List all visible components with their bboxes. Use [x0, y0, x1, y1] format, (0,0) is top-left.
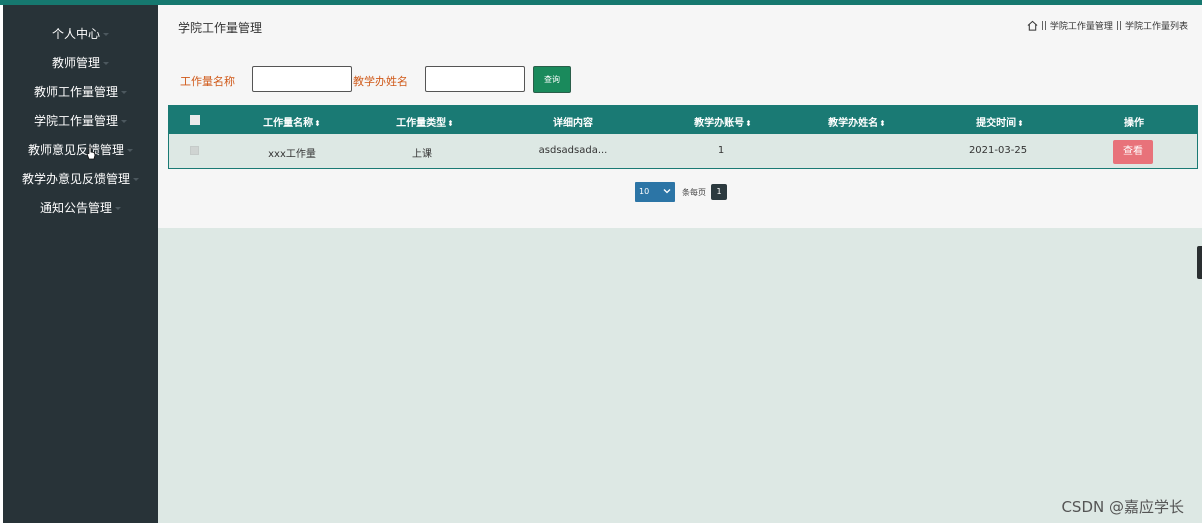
- workload-name-input[interactable]: [252, 66, 352, 92]
- cell-office-account: 1: [717, 145, 725, 156]
- column-header-detail: 详细内容: [553, 118, 593, 129]
- sort-icon: ⬍: [879, 118, 886, 128]
- workload-table: 工作量名称⬍ 工作量类型⬍ 详细内容 教学办账号⬍ 教学办姓名⬍ 提交时间⬍ 操…: [168, 105, 1198, 169]
- watermark: CSDN @嘉应学长: [1061, 498, 1184, 516]
- column-header-action: 操作: [1124, 118, 1144, 129]
- breadcrumb-item-college-workload[interactable]: 学院工作量管理: [1050, 19, 1113, 32]
- breadcrumb-separator: ||: [1115, 20, 1122, 31]
- sidebar-item-label: 个人中心: [51, 27, 100, 41]
- breadcrumb: || 学院工作量管理 || 学院工作量列表: [1027, 19, 1188, 32]
- caret-down-icon: [115, 207, 121, 210]
- page-number-current[interactable]: 1: [711, 184, 727, 200]
- select-all-checkbox[interactable]: [190, 115, 200, 125]
- sidebar-item-college-workload[interactable]: 学院工作量管理: [3, 113, 158, 129]
- sort-icon: ⬍: [447, 118, 454, 128]
- sidebar-item-label: 学院工作量管理: [33, 114, 118, 128]
- column-header-submit-time[interactable]: 提交时间⬍: [976, 114, 1024, 129]
- sidebar-item-label: 教师工作量管理: [33, 85, 118, 99]
- main-content: 学院工作量管理 || 学院工作量管理 || 学院工作量列表 工作量名称 教学办姓…: [158, 5, 1202, 523]
- caret-down-icon: [121, 91, 127, 94]
- search-button[interactable]: 查询: [533, 66, 571, 93]
- sort-icon: ⬍: [314, 118, 321, 128]
- sidebar-item-label: 通知公告管理: [39, 201, 112, 215]
- caret-down-icon: [133, 178, 139, 181]
- column-header-workload-type[interactable]: 工作量类型⬍: [396, 114, 454, 129]
- office-name-label: 教学办姓名: [353, 75, 408, 88]
- view-button[interactable]: 查看: [1113, 140, 1153, 164]
- page-size-value: 10: [639, 187, 650, 196]
- caret-down-icon: [121, 120, 127, 123]
- hand-cursor-icon: [86, 146, 96, 160]
- per-page-label: 条每页: [682, 187, 706, 197]
- sidebar-item-teacher-management[interactable]: 教师管理: [3, 55, 158, 71]
- column-header-workload-name[interactable]: 工作量名称⬍: [263, 114, 321, 129]
- breadcrumb-separator: ||: [1040, 20, 1047, 31]
- sidebar-item-office-feedback[interactable]: 教学办意见反馈管理: [3, 171, 158, 187]
- cell-workload-name: xxx工作量: [268, 149, 316, 160]
- sidebar: 个人中心 教师管理 教师工作量管理 学院工作量管理 教师意见反馈管理 教学办意见…: [3, 5, 158, 523]
- page-title: 学院工作量管理: [178, 21, 263, 35]
- home-icon[interactable]: [1027, 20, 1038, 31]
- sidebar-item-notice[interactable]: 通知公告管理: [3, 200, 158, 216]
- sidebar-item-label: 教师管理: [51, 56, 100, 70]
- sidebar-item-teacher-feedback[interactable]: 教师意见反馈管理: [3, 142, 158, 158]
- chevron-down-icon: [663, 189, 671, 194]
- office-name-input[interactable]: [425, 66, 525, 92]
- page-size-select[interactable]: 10: [635, 182, 675, 202]
- cell-workload-type: 上课: [412, 149, 432, 160]
- sort-icon: ⬍: [745, 118, 752, 128]
- workload-name-label: 工作量名称: [180, 75, 235, 88]
- cell-submit-time: 2021-03-25: [968, 145, 1028, 156]
- sidebar-item-personal-center[interactable]: 个人中心: [3, 26, 158, 42]
- table-row: xxx工作量 上课 asdsadsada... 1 2021-03-25 查看: [169, 134, 1197, 168]
- caret-down-icon: [103, 62, 109, 65]
- caret-down-icon: [127, 149, 133, 152]
- caret-down-icon: [103, 33, 109, 36]
- sidebar-item-label: 教师意见反馈管理: [27, 143, 124, 157]
- scroll-handle[interactable]: [1197, 246, 1202, 279]
- column-header-office-account[interactable]: 教学办账号⬍: [694, 114, 752, 129]
- content-panel: 学院工作量管理 || 学院工作量管理 || 学院工作量列表 工作量名称 教学办姓…: [158, 5, 1202, 228]
- row-checkbox[interactable]: [190, 146, 199, 155]
- sidebar-item-teacher-workload[interactable]: 教师工作量管理: [3, 84, 158, 100]
- sidebar-item-label: 教学办意见反馈管理: [21, 172, 130, 186]
- cell-detail: asdsadsada...: [538, 145, 608, 156]
- sort-icon: ⬍: [1017, 118, 1024, 128]
- pagination: 10 条每页 1: [635, 182, 727, 202]
- breadcrumb-item-workload-list: 学院工作量列表: [1124, 22, 1188, 32]
- column-header-office-name[interactable]: 教学办姓名⬍: [828, 114, 886, 129]
- table-header: 工作量名称⬍ 工作量类型⬍ 详细内容 教学办账号⬍ 教学办姓名⬍ 提交时间⬍ 操…: [169, 106, 1197, 134]
